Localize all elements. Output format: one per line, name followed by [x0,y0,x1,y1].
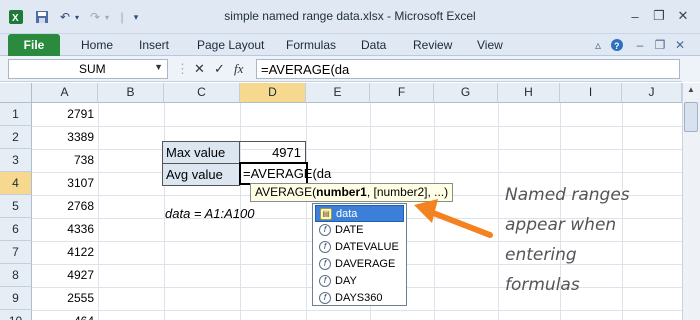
autocomplete-item-daverage[interactable]: f DAVERAGE [315,256,404,273]
tab-insert[interactable]: Insert [139,38,169,52]
workbook-close-icon[interactable]: ✕ [672,37,688,53]
scroll-up-icon[interactable]: ▲ [684,85,698,99]
autocomplete-list: ▤ data f DATE f DATEVALUE f DAVERAGE f D… [312,203,407,306]
row-header-6[interactable]: 6 [0,218,32,241]
max-value-label[interactable]: Max value [162,141,240,164]
tooltip-function[interactable]: AVERAGE( [255,185,316,199]
minimize-icon[interactable]: – [624,6,646,26]
enter-icon[interactable]: ✓ [214,61,225,77]
row-header-4[interactable]: 4 [0,172,32,195]
cell-a5[interactable]: 2768 [32,195,98,218]
function-icon: f [319,258,331,270]
cell-a3[interactable]: 738 [32,149,98,172]
name-box[interactable]: SUM ▼ [8,59,168,79]
tab-page-layout[interactable]: Page Layout [197,38,264,52]
named-range-note: data = A1:A100 [165,206,255,221]
autocomplete-label: data [336,208,358,220]
close-icon[interactable]: ✕ [672,6,694,26]
avg-value-label[interactable]: Avg value [162,163,240,186]
function-icon: f [319,224,331,236]
tab-data[interactable]: Data [361,38,386,52]
annotation-text: Named ranges appear when entering formul… [505,180,680,300]
autocomplete-label: DAVERAGE [335,258,396,270]
window-title: simple named range data.xlsx - Microsoft… [224,9,476,23]
gridline [32,310,682,311]
tab-view[interactable]: View [477,38,503,52]
autocomplete-item-day[interactable]: f DAY [315,273,404,290]
name-box-dropdown-icon[interactable]: ▼ [154,62,163,72]
autocomplete-item-datevalue[interactable]: f DATEVALUE [315,239,404,256]
tooltip-current-arg[interactable]: number1 [316,185,367,199]
function-icon: f [319,275,331,287]
insert-function-icon[interactable]: fx [234,61,243,77]
svg-text:?: ? [614,41,620,51]
named-range-icon: ▤ [320,208,332,220]
callout-arrow-icon [414,199,493,238]
scrollbar-thumb[interactable] [684,102,698,132]
title-bar: X ↶ ▾ ↷ ▾ | ▾ simple named range data.xl… [0,0,700,34]
autocomplete-label: DAYS360 [335,292,383,304]
workbook-restore-icon[interactable]: ❐ [652,37,668,53]
column-header-j[interactable]: J [622,83,682,103]
gridline [32,126,682,127]
annotation-line: formulas [505,275,580,295]
cell-a10[interactable]: 464 [32,310,98,320]
row-header-3[interactable]: 3 [0,149,32,172]
autocomplete-item-days360[interactable]: f DAYS360 [315,290,404,307]
column-header-i[interactable]: I [560,83,622,103]
restore-icon[interactable]: ❐ [648,6,670,26]
autocomplete-label: DAY [335,275,357,287]
row-header-1[interactable]: 1 [0,103,32,126]
column-header-h[interactable]: H [498,83,560,103]
column-header-f[interactable]: F [370,83,434,103]
autocomplete-item-data[interactable]: ▤ data [315,205,404,222]
tab-file[interactable]: File [8,34,60,56]
cell-a8[interactable]: 4927 [32,264,98,287]
select-all-corner[interactable] [0,83,32,103]
cell-a7[interactable]: 4122 [32,241,98,264]
annotation-line: entering [505,245,577,265]
column-header-e[interactable]: E [306,83,370,103]
cell-a6[interactable]: 4336 [32,218,98,241]
name-box-value: SUM [79,62,106,76]
column-header-d[interactable]: D [240,83,306,103]
annotation-line: appear when [505,215,617,235]
autocomplete-label: DATE [335,224,364,236]
function-icon: f [319,292,331,304]
row-header-10[interactable]: 10 [0,310,32,320]
autocomplete-label: DATEVALUE [335,241,399,253]
active-cell-d4[interactable]: =AVERAGE(da [239,162,331,185]
formula-bar: SUM ▼ ⋮ ✕ ✓ fx =AVERAGE(da [0,56,700,82]
cell-a9[interactable]: 2555 [32,287,98,310]
workbook-minimize-icon[interactable]: – [632,37,648,53]
gridline [32,172,682,173]
row-header-2[interactable]: 2 [0,126,32,149]
column-header-c[interactable]: C [164,83,240,103]
row-header-5[interactable]: 5 [0,195,32,218]
formula-bar-expand[interactable] [682,56,700,82]
tab-review[interactable]: Review [413,38,452,52]
formula-input[interactable]: =AVERAGE(da [256,59,680,79]
gridline [32,149,682,150]
minimize-ribbon-icon[interactable]: ▵ [590,37,606,53]
cell-a2[interactable]: 3389 [32,126,98,149]
column-header-b[interactable]: B [98,83,164,103]
column-header-a[interactable]: A [32,83,98,103]
annotation-line: Named ranges [505,185,630,205]
formula-bar-grip-icon: ⋮ [176,61,189,76]
tab-home[interactable]: Home [81,38,113,52]
help-icon[interactable]: ? [609,37,625,53]
tab-formulas[interactable]: Formulas [286,38,336,52]
row-header-8[interactable]: 8 [0,264,32,287]
row-header-7[interactable]: 7 [0,241,32,264]
column-header-g[interactable]: G [434,83,498,103]
row-header-9[interactable]: 9 [0,287,32,310]
cancel-icon[interactable]: ✕ [194,61,205,77]
cell-a4[interactable]: 3107 [32,172,98,195]
ribbon-tabs: File Home Insert Page Layout Formulas Da… [0,34,700,56]
max-value-cell[interactable]: 4971 [239,141,306,164]
cell-a1[interactable]: 2791 [32,103,98,126]
autocomplete-item-date[interactable]: f DATE [315,222,404,239]
function-icon: f [319,241,331,253]
